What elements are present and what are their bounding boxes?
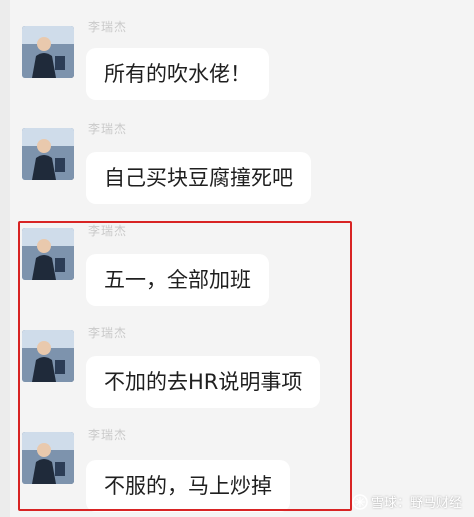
avatar[interactable] (22, 128, 74, 180)
person-icon (22, 26, 74, 78)
watermark: 雪球：野马财经 (352, 492, 462, 511)
highlight-box (18, 221, 352, 511)
chat-window: 李瑞杰 所有的吹水佬！ 李瑞杰 自己买块豆腐撞死吧 李瑞杰 五一，全部加班 李瑞… (0, 0, 474, 517)
left-edge (0, 0, 10, 517)
person-icon (22, 128, 74, 180)
sender-name: 李瑞杰 (88, 122, 128, 136)
avatar[interactable] (22, 26, 74, 78)
message-bubble[interactable]: 自己买块豆腐撞死吧 (86, 152, 311, 204)
watermark-text: 雪球：野马财经 (370, 496, 462, 511)
snowball-icon (352, 493, 368, 510)
sender-name: 李瑞杰 (88, 20, 128, 34)
message-bubble[interactable]: 所有的吹水佬！ (86, 48, 269, 100)
